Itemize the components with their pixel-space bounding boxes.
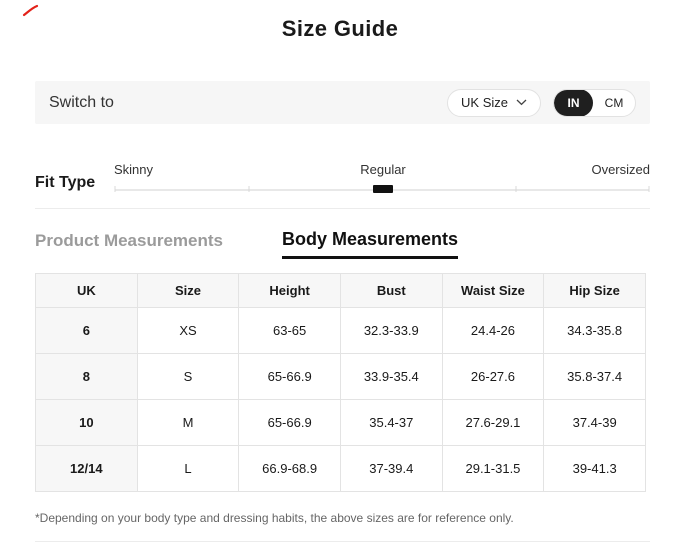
column-header: Bust (339, 273, 443, 308)
column-header: Hip Size (543, 273, 646, 308)
tab-product-measurements[interactable]: Product Measurements (35, 231, 223, 251)
table-cell: 65-66.9 (238, 399, 341, 446)
table-row: 6 XS 63-65 32.3-33.9 24.4-26 34.3-35.8 (35, 307, 646, 354)
fit-type-label: Fit Type (35, 174, 96, 191)
fit-type-option-oversized[interactable]: Oversized (591, 162, 650, 177)
unit-toggle[interactable]: IN CM (553, 88, 636, 117)
size-table: UK Size Height Bust Waist Size Hip Size 6 XS 63… (35, 273, 646, 492)
region-size-value: UK Size (461, 95, 508, 110)
switch-to-label: Switch to (49, 93, 114, 111)
row-header-cell: 10 (35, 399, 138, 446)
column-header: Waist Size (441, 273, 545, 308)
column-header: Size (136, 273, 240, 308)
column-header: UK (35, 273, 138, 308)
row-header-cell: 8 (35, 353, 138, 400)
table-cell: L (136, 445, 240, 492)
footnote: *Depending on your body type and dressin… (35, 511, 514, 525)
table-cell: 26-27.6 (441, 353, 545, 400)
page-title: Size Guide (281, 16, 399, 41)
fit-track-tick (515, 186, 516, 192)
table-cell: S (136, 353, 240, 400)
fit-track-tick (648, 186, 650, 192)
bottom-divider (35, 541, 650, 542)
table-cell: M (136, 399, 240, 446)
fit-track-tick (114, 186, 116, 192)
tab-body-measurements[interactable]: Body Measurements (282, 229, 459, 259)
switch-bar: Switch to UK Size IN CM (35, 81, 650, 124)
table-cell: 37-39.4 (339, 445, 443, 492)
column-header: Height (238, 273, 341, 308)
table-row: 12/14 L 66.9-68.9 37-39.4 29.1-31.5 39-41.3 (35, 445, 646, 492)
table-cell: 32.3-33.9 (339, 307, 443, 354)
region-size-dropdown[interactable]: UK Size (447, 88, 541, 117)
size-guide-modal: Size Guide Switch to UK Size IN CM Fit Ty… (0, 0, 680, 551)
section-divider (35, 208, 650, 209)
table-cell: 24.4-26 (441, 307, 545, 354)
size-table-header: UK Size Height Bust Waist Size Hip Size (35, 273, 646, 308)
table-cell: 33.9-35.4 (339, 353, 443, 400)
fit-type-option-skinny[interactable]: Skinny (114, 162, 153, 177)
table-cell: 63-65 (238, 307, 341, 354)
table-cell: XS (136, 307, 240, 354)
row-header-cell: 6 (35, 307, 138, 354)
fit-type-option-regular[interactable]: Regular (360, 162, 406, 177)
table-cell: 27.6-29.1 (441, 399, 545, 446)
row-header-cell: 12/14 (35, 445, 138, 492)
table-cell: 29.1-31.5 (441, 445, 545, 492)
size-table-body: 6 XS 63-65 32.3-33.9 24.4-26 34.3-35.8 8 S 65-66… (35, 307, 646, 492)
chevron-down-icon (516, 99, 527, 106)
table-row: 10 M 65-66.9 35.4-37 27.6-29.1 37.4-39 (35, 399, 646, 446)
unit-option-cm[interactable]: CM (593, 90, 635, 116)
table-cell: 34.3-35.8 (543, 307, 646, 354)
table-cell: 39-41.3 (543, 445, 646, 492)
table-row: 8 S 65-66.9 33.9-35.4 26-27.6 35.8-37.4 (35, 353, 646, 400)
table-cell: 66.9-68.9 (238, 445, 341, 492)
table-cell: 65-66.9 (238, 353, 341, 400)
fit-type-slider-marker[interactable] (373, 185, 393, 193)
fit-track-tick (248, 186, 249, 192)
table-header-row: UK Size Height Bust Waist Size Hip Size (35, 273, 646, 308)
table-cell: 35.4-37 (339, 399, 443, 446)
table-cell: 35.8-37.4 (543, 353, 646, 400)
unit-option-in[interactable]: IN (554, 89, 593, 116)
table-cell: 37.4-39 (543, 399, 646, 446)
